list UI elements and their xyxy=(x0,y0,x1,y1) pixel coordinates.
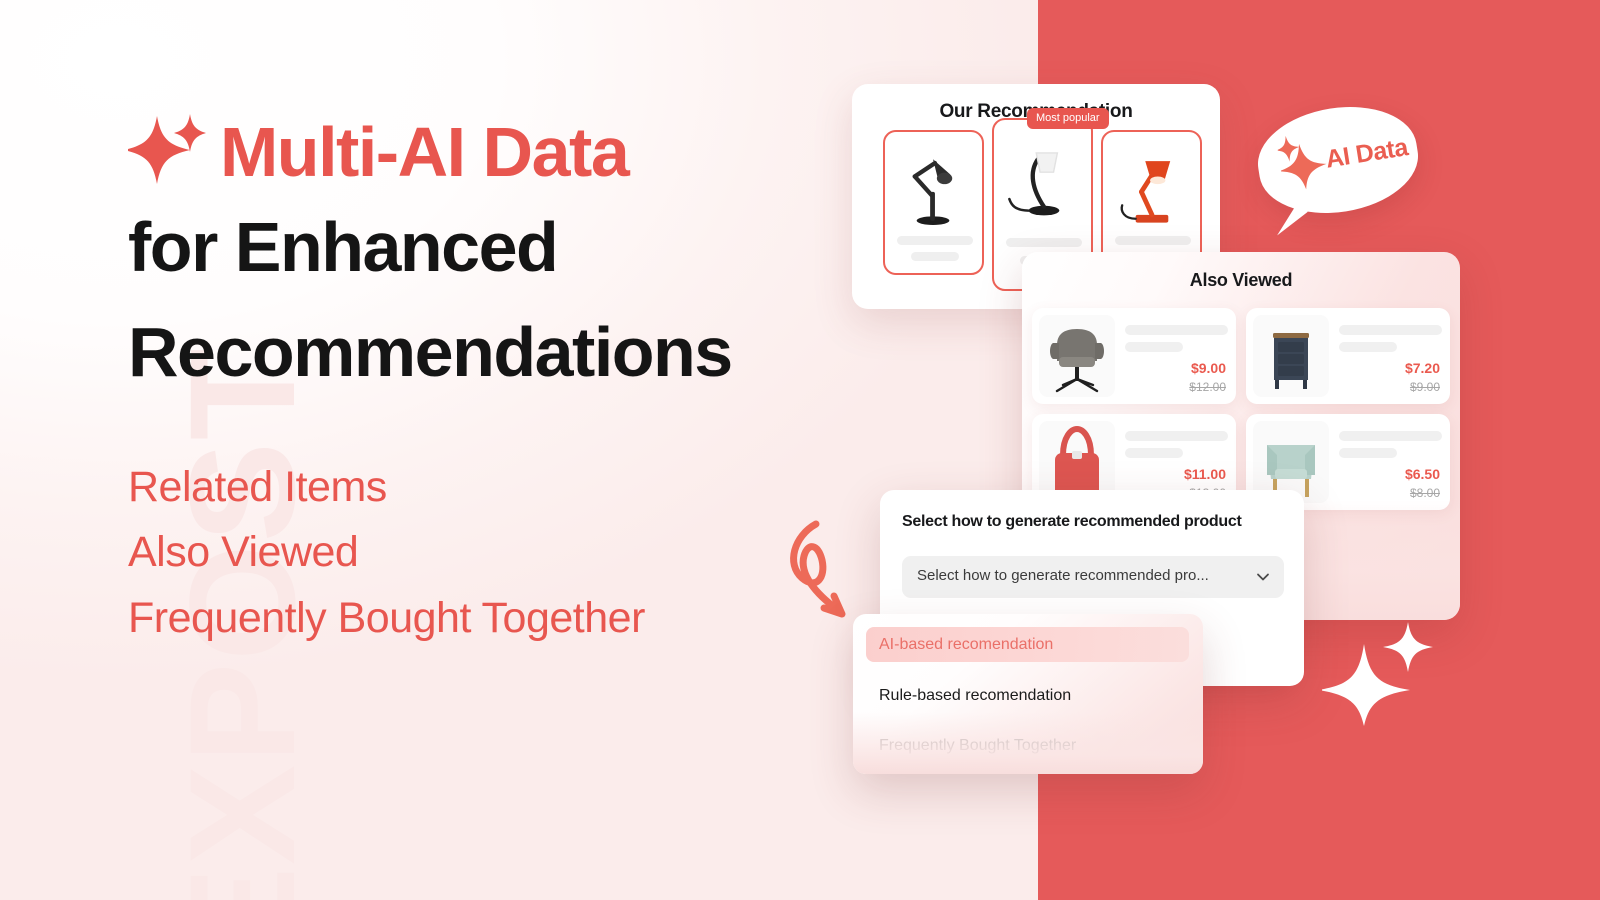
desk-lamp-black-icon xyxy=(885,140,982,236)
product-compare-price: $12.00 xyxy=(1189,380,1226,394)
product-price: $9.00 xyxy=(1190,360,1226,376)
sparkles-icon xyxy=(1318,622,1434,726)
desk-lamp-white-icon xyxy=(994,128,1091,224)
skeleton-line xyxy=(1339,431,1442,441)
recommendation-product-1[interactable] xyxy=(883,130,984,275)
feature-list: Related Items Also Viewed Frequently Bou… xyxy=(128,455,645,651)
hero-headline: Multi-AI Data for Enhanced Recommendatio… xyxy=(124,112,968,403)
dropdown-option-ai-based[interactable]: AI-based recomendation xyxy=(866,627,1189,662)
skeleton-line xyxy=(1125,342,1183,352)
recommendation-method-select[interactable]: Select how to generate recommended pro..… xyxy=(902,556,1284,598)
skeleton-line xyxy=(911,252,959,261)
desk-lamp-red-icon xyxy=(1103,140,1200,236)
skeleton-line xyxy=(1115,236,1191,245)
skeleton-line xyxy=(1339,448,1397,458)
dropdown-option-frequently-bought-together[interactable]: Frequently Bought Together xyxy=(866,728,1189,763)
chevron-down-icon xyxy=(1255,569,1271,585)
recommendation-method-dropdown[interactable]: AI-based recomendation Rule-based recome… xyxy=(853,614,1203,774)
product-compare-price: $8.00 xyxy=(1409,486,1440,500)
product-price: $6.50 xyxy=(1404,466,1440,482)
product-price: $11.00 xyxy=(1183,466,1226,482)
feature-item: Also Viewed xyxy=(128,528,359,577)
dropdown-option-rule-based[interactable]: Rule-based recomendation xyxy=(866,678,1189,713)
page-title-line3: Recommendations xyxy=(128,313,733,392)
feature-item: Related Items xyxy=(128,463,387,511)
nightstand-navy-icon xyxy=(1253,315,1329,397)
also-viewed-card-title: Also Viewed xyxy=(1189,270,1293,290)
product-list-item[interactable]: $7.20 $9.00 xyxy=(1246,308,1450,404)
skeleton-line xyxy=(1339,342,1397,352)
skeleton-line xyxy=(1125,431,1228,441)
feature-item: Frequently Bought Together xyxy=(128,593,645,642)
status-badge: Most popular xyxy=(1027,108,1109,129)
page-title-accent: Multi-AI Data xyxy=(220,113,630,191)
product-list-item[interactable]: $9.00 $12.00 xyxy=(1032,308,1236,404)
office-chair-grey-icon xyxy=(1039,315,1115,397)
skeleton-line xyxy=(1125,448,1183,458)
skeleton-line xyxy=(1125,325,1228,335)
product-price: $7.20 xyxy=(1404,360,1440,376)
promo-banner: EXPOST Multi-AI Data for Enhanced Recomm… xyxy=(0,0,1600,900)
skeleton-line xyxy=(1339,325,1442,335)
page-title-line2: for Enhanced xyxy=(128,208,559,286)
select-panel-heading: Select how to generate recommended produ… xyxy=(902,513,1242,530)
product-compare-price: $9.00 xyxy=(1409,380,1440,394)
select-value: Select how to generate recommended pro..… xyxy=(917,567,1209,584)
skeleton-line xyxy=(1006,238,1082,247)
skeleton-line xyxy=(897,236,973,245)
sparkle-icon xyxy=(124,112,206,192)
